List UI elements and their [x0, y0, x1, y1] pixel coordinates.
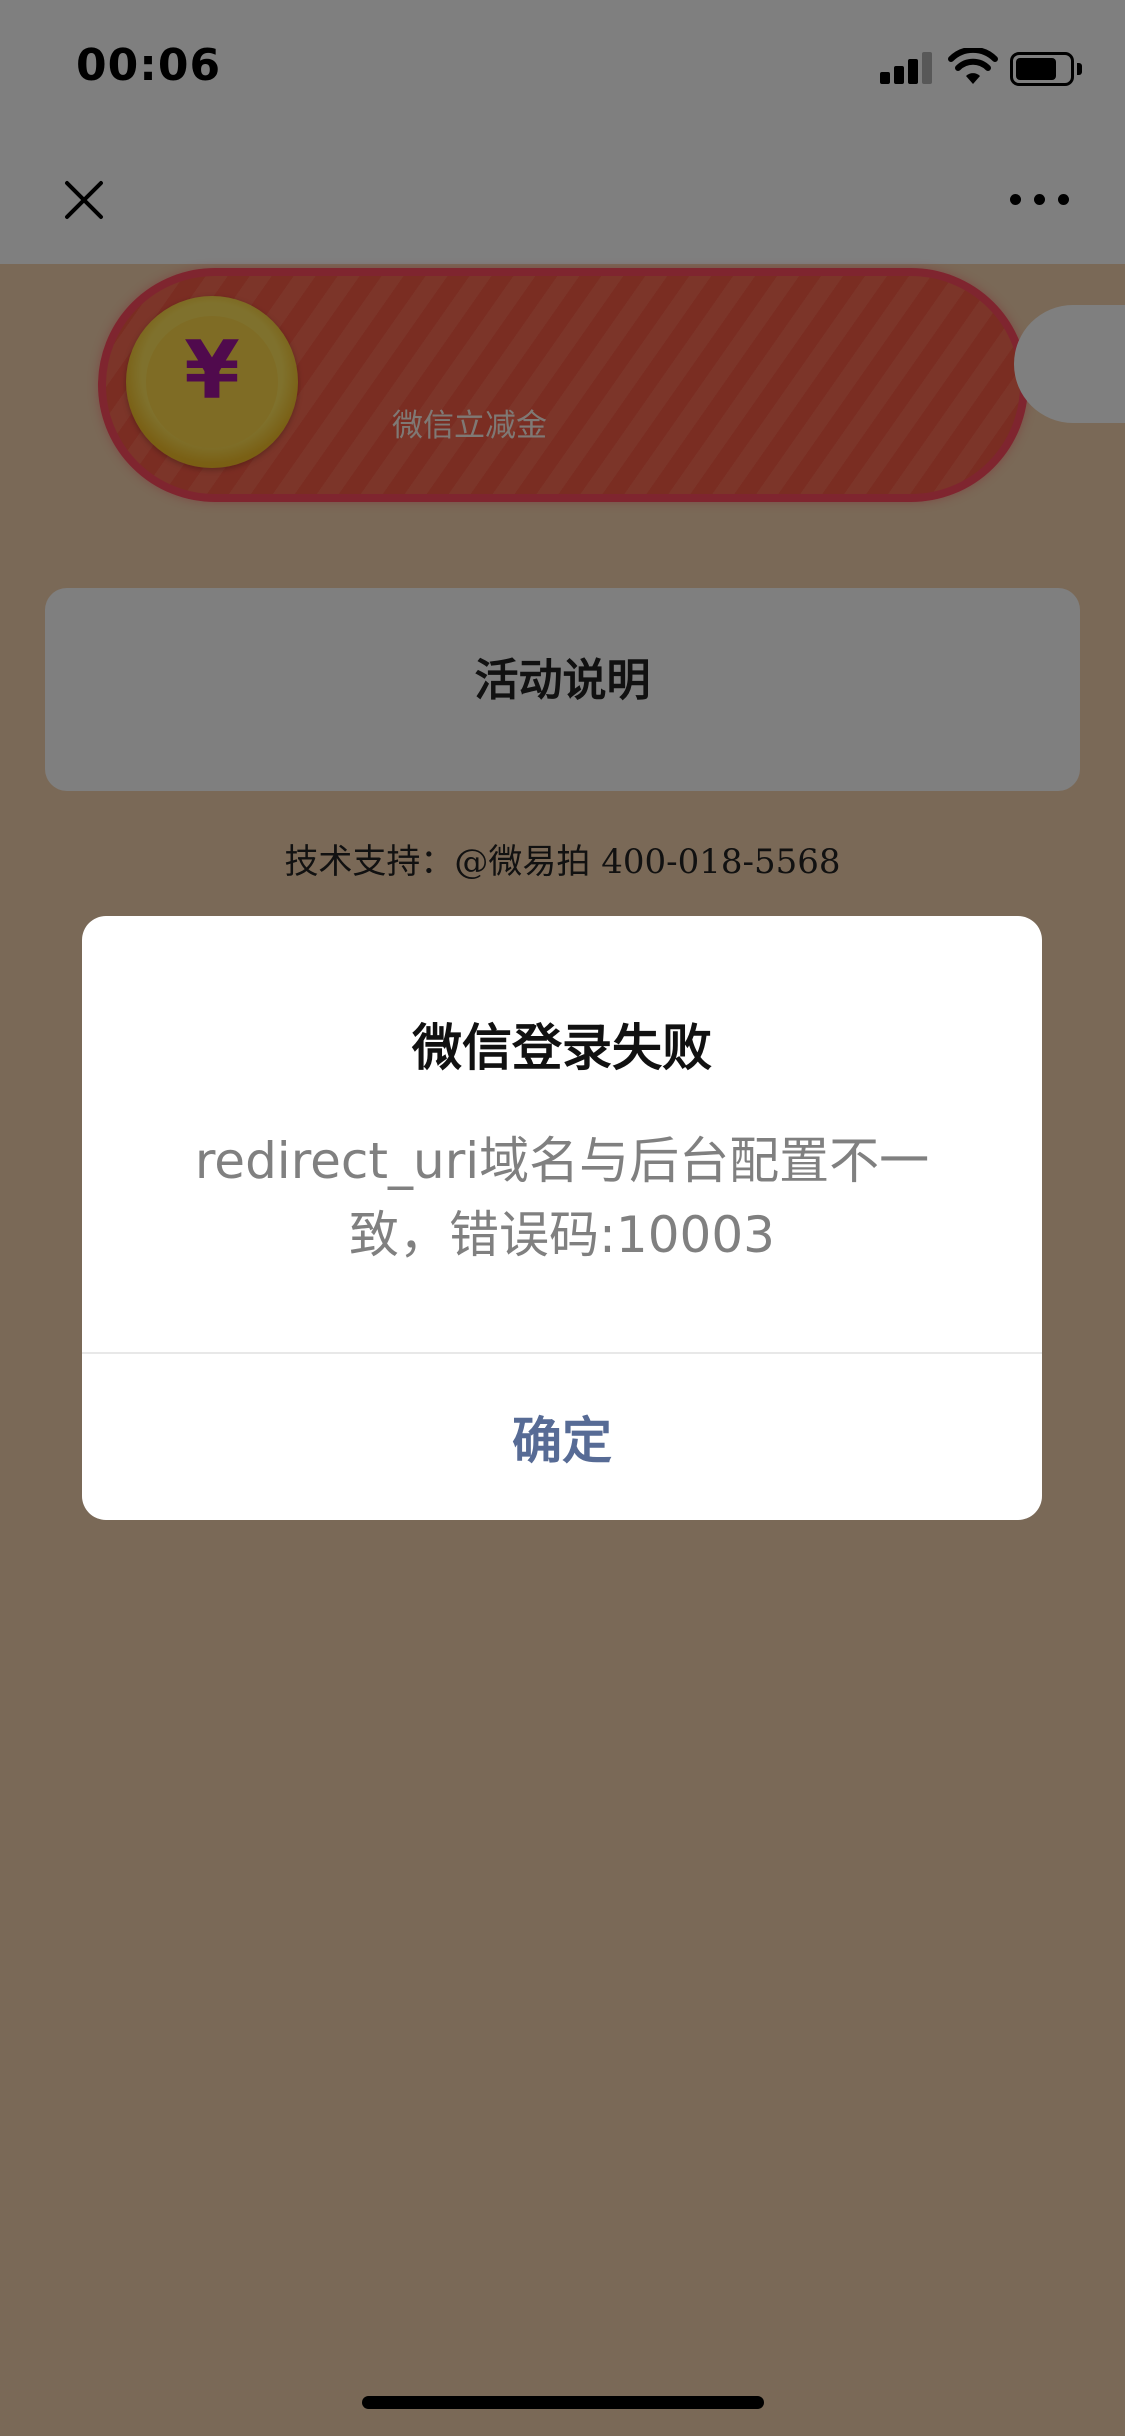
confirm-button[interactable]: 确定 — [82, 1354, 1042, 1520]
dialog-message: redirect_uri域名与后台配置不一致，错误码:10003 — [194, 1132, 930, 1264]
dialog-title: 微信登录失败 — [412, 1019, 712, 1077]
login-failed-dialog: 微信登录失败 redirect_uri域名与后台配置不一致，错误码:10003 … — [82, 916, 1042, 1520]
home-indicator[interactable] — [362, 2396, 764, 2409]
